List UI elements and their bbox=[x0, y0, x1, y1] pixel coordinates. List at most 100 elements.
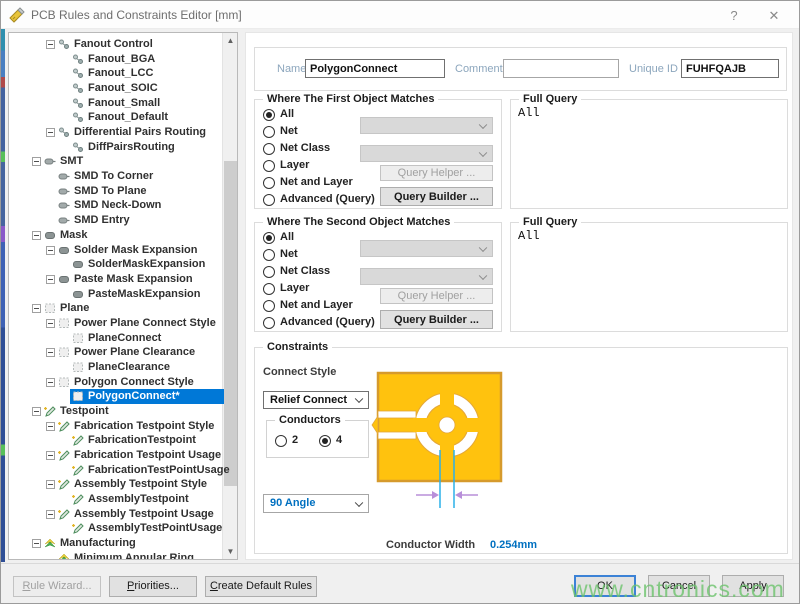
tree-item-label: Solder Mask Expansion bbox=[74, 244, 197, 256]
collapse-minus-icon[interactable] bbox=[46, 510, 55, 519]
tree-item-soldermaskexpansion[interactable]: SolderMaskExpansion bbox=[9, 257, 237, 272]
second-match-select-1[interactable] bbox=[360, 240, 493, 257]
second-match-option-all[interactable]: All bbox=[263, 231, 373, 245]
collapse-minus-icon[interactable] bbox=[46, 275, 55, 284]
chevron-down-icon bbox=[479, 148, 487, 156]
tree-item-pastemaskexpansion[interactable]: PasteMaskExpansion bbox=[9, 287, 237, 302]
collapse-minus-icon[interactable] bbox=[46, 128, 55, 137]
tree-item-differential-pairs-routing[interactable]: Differential Pairs Routing bbox=[9, 125, 237, 140]
help-button[interactable]: ? bbox=[719, 5, 749, 26]
tree-item-paste-mask-expansion[interactable]: Paste Mask Expansion bbox=[9, 272, 237, 287]
tree-item-manufacturing[interactable]: Manufacturing bbox=[9, 536, 237, 551]
ok-button[interactable]: OK bbox=[574, 575, 636, 597]
tree-item-solder-mask-expansion[interactable]: Solder Mask Expansion bbox=[9, 243, 237, 258]
name-input[interactable] bbox=[305, 59, 445, 78]
tree-item-mask[interactable]: Mask bbox=[9, 228, 237, 243]
tree-item-fabricationtestpoint[interactable]: FabricationTestpoint bbox=[9, 433, 237, 448]
conductors-option-2[interactable]: 2 bbox=[275, 434, 315, 448]
tree-item-assemblytestpoint[interactable]: AssemblyTestpoint bbox=[9, 492, 237, 507]
unique-id-input[interactable] bbox=[681, 59, 779, 78]
tree-item-assembly-testpoint-style[interactable]: Assembly Testpoint Style bbox=[9, 477, 237, 492]
tree-item-assemblytestpointusage[interactable]: AssemblyTestPointUsage bbox=[9, 521, 237, 536]
conductors-option-4[interactable]: 4 bbox=[319, 434, 359, 448]
first-match-select-2[interactable] bbox=[360, 145, 493, 162]
angle-select[interactable]: 90 Angle bbox=[263, 494, 369, 513]
tree-item-minimum-annular-ring[interactable]: Minimum Annular Ring bbox=[9, 551, 237, 560]
tree-item-smd-to-plane[interactable]: SMD To Plane bbox=[9, 184, 237, 199]
first-match-option-advanced-query[interactable]: Advanced (Query) bbox=[263, 193, 373, 207]
tree-item-fabricationtestpointusage[interactable]: FabricationTestPointUsage bbox=[9, 463, 237, 478]
rule-wizard-button[interactable]: Rule Wizard... bbox=[13, 576, 101, 597]
tree-item-smd-to-corner[interactable]: SMD To Corner bbox=[9, 169, 237, 184]
collapse-minus-icon[interactable] bbox=[46, 422, 55, 431]
second-match-query-helper-button[interactable]: Query Helper ... bbox=[380, 288, 493, 304]
tree-item-fanout-bga[interactable]: Fanout_BGA bbox=[9, 52, 237, 67]
chevron-down-icon bbox=[479, 271, 487, 279]
tree-item-label: DiffPairsRouting bbox=[88, 141, 175, 153]
second-match-option-net-class[interactable]: Net Class bbox=[263, 265, 373, 279]
tree-item-planeconnect[interactable]: PlaneConnect bbox=[9, 331, 237, 346]
tree-item-label: PlaneClearance bbox=[88, 361, 170, 373]
comment-input[interactable] bbox=[503, 59, 619, 78]
collapse-minus-icon[interactable] bbox=[46, 378, 55, 387]
tree-item-plane[interactable]: Plane bbox=[9, 301, 237, 316]
tree-item-label: Assembly Testpoint Style bbox=[74, 478, 207, 490]
first-match-option-layer[interactable]: Layer bbox=[263, 159, 373, 173]
radio-option-label: All bbox=[280, 231, 294, 243]
second-match-option-layer[interactable]: Layer bbox=[263, 282, 373, 296]
collapse-minus-icon[interactable] bbox=[46, 40, 55, 49]
testpoint-rule-icon bbox=[44, 405, 56, 417]
first-match-option-net-class[interactable]: Net Class bbox=[263, 142, 373, 156]
conductor-width-value[interactable]: 0.254mm bbox=[490, 539, 537, 551]
full-query-2-value: All bbox=[518, 229, 540, 243]
second-match-option-net-and-layer[interactable]: Net and Layer bbox=[263, 299, 373, 313]
first-match-query-builder-button[interactable]: Query Builder ... bbox=[380, 187, 493, 206]
tree-item-label: Assembly Testpoint Usage bbox=[74, 508, 214, 520]
collapse-minus-icon[interactable] bbox=[46, 451, 55, 460]
collapse-minus-icon[interactable] bbox=[32, 304, 41, 313]
collapse-minus-icon[interactable] bbox=[32, 407, 41, 416]
tree-item-diffpairsrouting[interactable]: DiffPairsRouting bbox=[9, 140, 237, 155]
tree-item-testpoint[interactable]: Testpoint bbox=[9, 404, 237, 419]
collapse-minus-icon[interactable] bbox=[46, 480, 55, 489]
first-match-option-net-and-layer[interactable]: Net and Layer bbox=[263, 176, 373, 190]
tree-item-smt[interactable]: SMT bbox=[9, 154, 237, 169]
collapse-minus-icon[interactable] bbox=[46, 348, 55, 357]
priorities-button[interactable]: Priorities... bbox=[109, 576, 197, 597]
collapse-minus-icon[interactable] bbox=[32, 231, 41, 240]
first-match-option-net[interactable]: Net bbox=[263, 125, 373, 139]
smt-rule-icon bbox=[58, 185, 70, 197]
second-match-select-2[interactable] bbox=[360, 268, 493, 285]
tree-item-smd-entry[interactable]: SMD Entry bbox=[9, 213, 237, 228]
tree-item-planeclearance[interactable]: PlaneClearance bbox=[9, 360, 237, 375]
create-default-rules-button[interactable]: Create Default Rules bbox=[205, 576, 317, 597]
tree-item-fabrication-testpoint-style[interactable]: Fabrication Testpoint Style bbox=[9, 419, 237, 434]
apply-button[interactable]: Apply bbox=[722, 575, 784, 597]
tree-item-power-plane-clearance[interactable]: Power Plane Clearance bbox=[9, 345, 237, 360]
tree-item-power-plane-connect-style[interactable]: Power Plane Connect Style bbox=[9, 316, 237, 331]
tree-item-assembly-testpoint-usage[interactable]: Assembly Testpoint Usage bbox=[9, 507, 237, 522]
cancel-button[interactable]: Cancel bbox=[648, 575, 710, 597]
tree-item-fanout-soic[interactable]: Fanout_SOIC bbox=[9, 81, 237, 96]
first-match-select-1[interactable] bbox=[360, 117, 493, 134]
tree-item-fanout-control[interactable]: Fanout Control bbox=[9, 37, 237, 52]
connect-style-select[interactable]: Relief Connect bbox=[263, 391, 369, 409]
second-match-option-advanced-query[interactable]: Advanced (Query) bbox=[263, 316, 373, 330]
first-match-option-all[interactable]: All bbox=[263, 108, 373, 122]
tree-item-fanout-default[interactable]: Fanout_Default bbox=[9, 110, 237, 125]
tree-item-fabrication-testpoint-usage[interactable]: Fabrication Testpoint Usage bbox=[9, 448, 237, 463]
first-match-query-helper-button[interactable]: Query Helper ... bbox=[380, 165, 493, 181]
collapse-minus-icon[interactable] bbox=[32, 539, 41, 548]
collapse-minus-icon[interactable] bbox=[46, 319, 55, 328]
radio-icon bbox=[263, 300, 275, 312]
tree-item-smd-neck-down[interactable]: SMD Neck-Down bbox=[9, 198, 237, 213]
tree-item-fanout-lcc[interactable]: Fanout_LCC bbox=[9, 66, 237, 81]
collapse-minus-icon[interactable] bbox=[32, 157, 41, 166]
tree-item-fanout-small[interactable]: Fanout_Small bbox=[9, 96, 237, 111]
collapse-minus-icon[interactable] bbox=[46, 246, 55, 255]
close-icon[interactable]: ✕ bbox=[759, 5, 789, 26]
second-match-option-net[interactable]: Net bbox=[263, 248, 373, 262]
tree-item-polygon-connect-style[interactable]: Polygon Connect Style bbox=[9, 375, 237, 390]
tree-item-polygonconnect[interactable]: PolygonConnect* bbox=[9, 389, 237, 404]
second-match-query-builder-button[interactable]: Query Builder ... bbox=[380, 310, 493, 329]
